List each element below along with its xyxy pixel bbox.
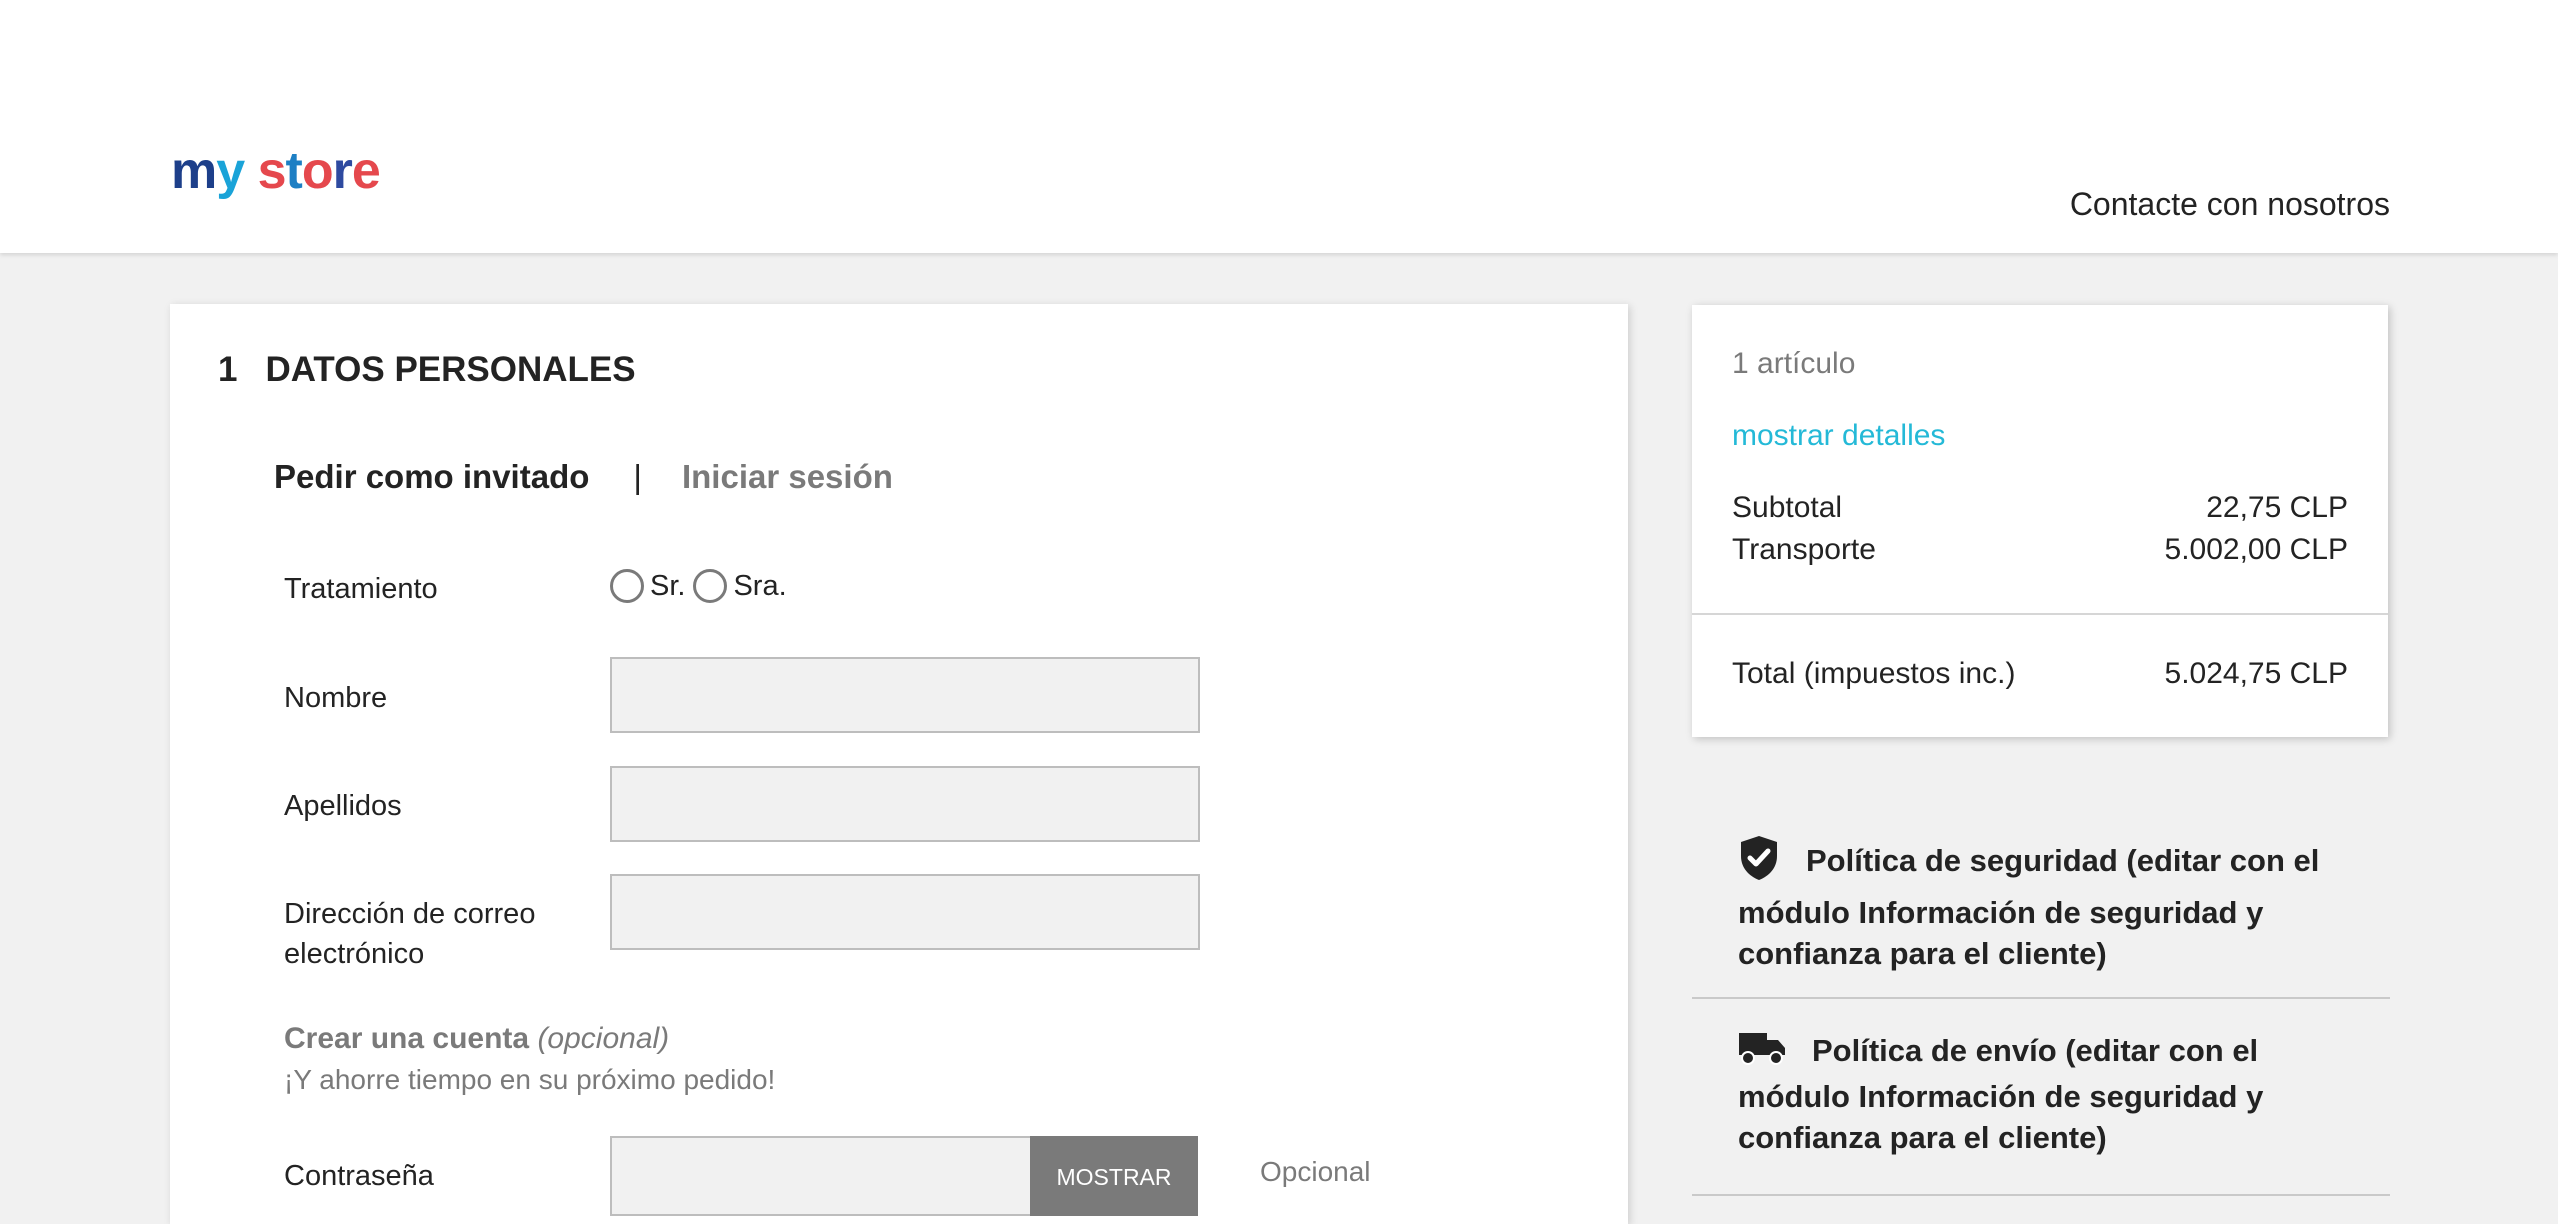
create-account-subtitle: ¡Y ahorre tiempo en su próximo pedido! bbox=[284, 1064, 776, 1095]
password-input[interactable] bbox=[610, 1136, 1030, 1216]
tab-sign-in[interactable]: Iniciar sesión bbox=[682, 458, 893, 495]
email-label-line1: Dirección de correo bbox=[284, 898, 536, 930]
logo-letter: o bbox=[301, 142, 334, 200]
reassurance-divider bbox=[1692, 1194, 2390, 1196]
logo-letter: s bbox=[257, 142, 287, 200]
shipping-label: Transporte bbox=[1732, 533, 1876, 566]
logo-letter: y bbox=[216, 142, 245, 200]
tab-separator: | bbox=[633, 458, 642, 495]
item-count: 1 artículo bbox=[1732, 347, 1856, 380]
logo-letter bbox=[244, 142, 257, 200]
lastname-input[interactable] bbox=[610, 766, 1200, 842]
cart-summary: 1 artículo mostrar detalles Subtotal 22,… bbox=[1692, 305, 2388, 737]
step-number: 1 bbox=[218, 350, 238, 389]
shield-check-icon bbox=[1738, 834, 1780, 892]
show-details-link[interactable]: mostrar detalles bbox=[1732, 419, 1945, 453]
subtotal-row: Subtotal 22,75 CLP bbox=[1732, 491, 2348, 525]
contact-link[interactable]: Contacte con nosotros bbox=[2070, 186, 2390, 223]
email-label-line2: electrónico bbox=[284, 938, 425, 970]
firstname-input[interactable] bbox=[610, 657, 1200, 733]
subtotal-value: 22,75 CLP bbox=[2206, 491, 2348, 524]
shipping-row: Transporte 5.002,00 CLP bbox=[1732, 533, 2348, 567]
radio-mr-label[interactable]: Sr. bbox=[650, 570, 685, 603]
total-value: 5.024,75 CLP bbox=[2164, 657, 2348, 690]
total-row: Total (impuestos inc.) 5.024,75 CLP bbox=[1732, 657, 2348, 691]
logo-letter: t bbox=[285, 142, 303, 200]
store-logo[interactable]: my store bbox=[171, 142, 381, 200]
tab-guest-order[interactable]: Pedir como invitado bbox=[274, 458, 589, 495]
lastname-label: Apellidos bbox=[284, 790, 402, 822]
security-policy-text: Política de seguridad (editar con el mód… bbox=[1738, 843, 2320, 971]
password-label: Contraseña bbox=[284, 1160, 434, 1192]
salutation-label: Tratamiento bbox=[284, 573, 438, 605]
firstname-label: Nombre bbox=[284, 682, 388, 714]
login-tabs: Pedir como invitado | Iniciar sesión bbox=[274, 458, 893, 496]
summary-divider bbox=[1692, 613, 2388, 615]
shipping-policy: Política de envío (editar con el módulo … bbox=[1738, 1030, 2358, 1158]
step-title-text: DATOS PERSONALES bbox=[265, 350, 636, 389]
optional-hint: Opcional bbox=[1260, 1156, 1371, 1187]
truck-icon bbox=[1738, 1030, 1786, 1076]
radio-mrs[interactable] bbox=[693, 569, 728, 603]
shipping-value: 5.002,00 CLP bbox=[2164, 533, 2348, 566]
radio-mr[interactable] bbox=[610, 569, 644, 603]
subtotal-label: Subtotal bbox=[1732, 491, 1843, 524]
create-account-heading: Crear una cuenta (opcional) bbox=[284, 1022, 669, 1056]
personal-info-step: 1 DATOS PERSONALES Pedir como invitado | In… bbox=[170, 304, 1628, 1224]
show-password-button[interactable]: MOSTRAR bbox=[1030, 1136, 1198, 1216]
email-label: Dirección de correo electrónico bbox=[284, 894, 535, 974]
email-input[interactable] bbox=[610, 874, 1200, 950]
create-account-title: Crear una cuenta bbox=[284, 1022, 530, 1055]
reassurance-divider bbox=[1692, 997, 2390, 999]
create-account-optional: (opcional) bbox=[537, 1022, 670, 1055]
step-title: 1 DATOS PERSONALES bbox=[218, 350, 636, 390]
logo-letter: e bbox=[351, 142, 381, 200]
radio-mrs-label[interactable]: Sra. bbox=[733, 570, 786, 603]
site-header: my store Contacte con nosotros bbox=[0, 0, 2558, 253]
logo-letter: r bbox=[332, 142, 353, 200]
logo-letter: m bbox=[171, 142, 217, 200]
security-policy: Política de seguridad (editar con el mód… bbox=[1738, 834, 2358, 974]
salutation-radio-group: Sr. Sra. bbox=[610, 569, 795, 603]
total-label: Total (impuestos inc.) bbox=[1732, 657, 2016, 690]
shipping-policy-text: Política de envío (editar con el módulo … bbox=[1738, 1033, 2264, 1155]
